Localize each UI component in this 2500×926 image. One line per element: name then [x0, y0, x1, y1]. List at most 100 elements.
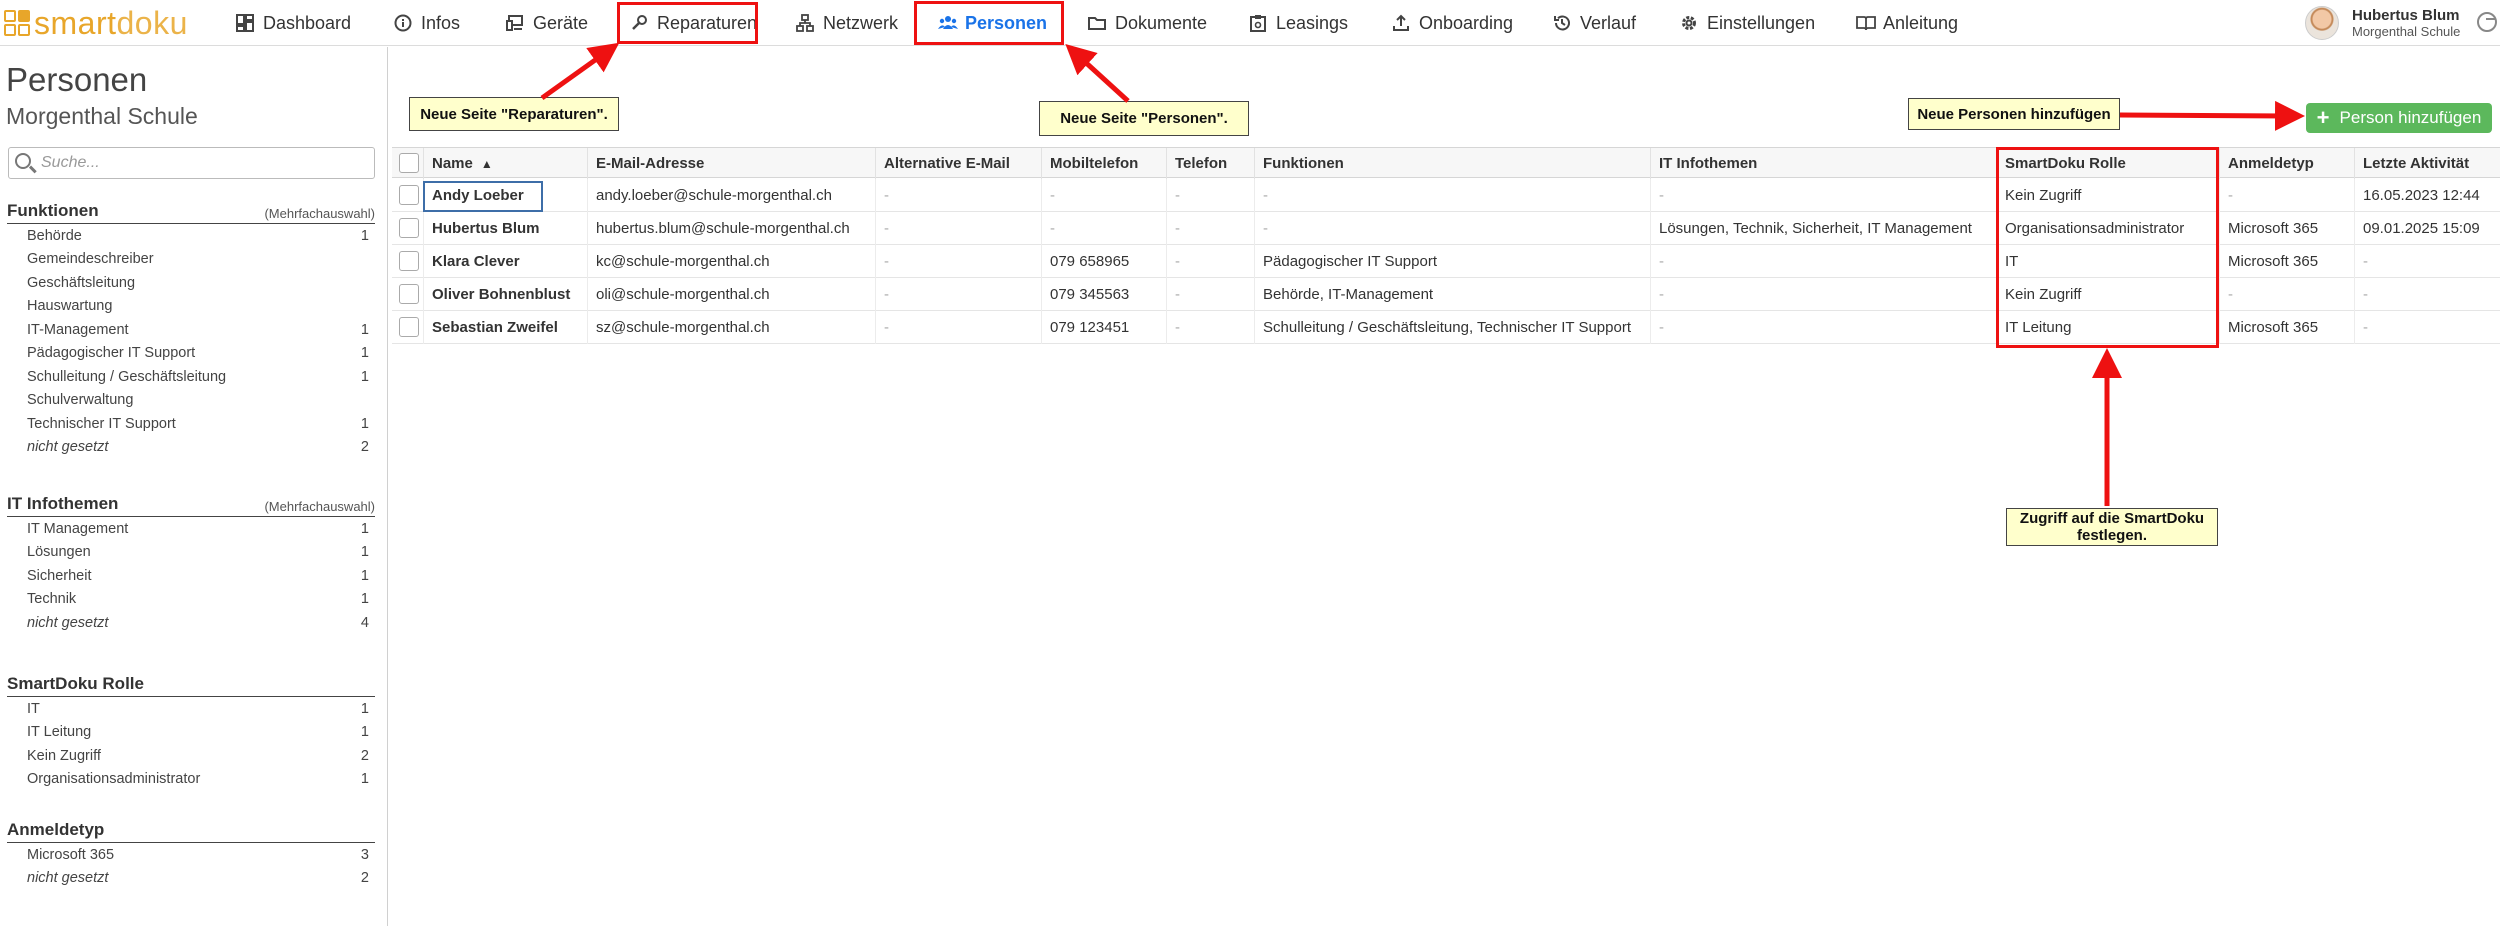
- devices-icon: [506, 14, 524, 32]
- column-header-label: Telefon: [1175, 155, 1228, 172]
- row-checkbox[interactable]: [399, 185, 419, 205]
- nav-ger-te[interactable]: Geräte: [506, 4, 588, 42]
- logout-icon[interactable]: [2477, 12, 2497, 32]
- annotation-note-role: Zugriff auf die SmartDoku festlegen.: [2006, 508, 2218, 546]
- facet-item[interactable]: Gemeindeschreiber: [7, 248, 375, 272]
- facet-header: Anmeldetyp: [7, 819, 375, 843]
- nav-label: Anleitung: [1883, 12, 1959, 33]
- row-checkbox[interactable]: [399, 284, 419, 304]
- add-person-button[interactable]: + Person hinzufügen: [2306, 103, 2492, 133]
- facet-item[interactable]: Organisationsadministrator 1: [7, 768, 375, 792]
- column-header-label: Funktionen: [1263, 155, 1344, 172]
- cell-anmeldetyp: -: [2219, 179, 2354, 212]
- nav-einstellungen[interactable]: Einstellungen: [1680, 4, 1815, 42]
- nav-netzwerk[interactable]: Netzwerk: [796, 4, 898, 42]
- nav-label: Dashboard: [263, 12, 352, 33]
- facet-header: SmartDoku Rolle: [7, 673, 375, 697]
- column-header-label: E-Mail-Adresse: [596, 155, 705, 172]
- facet-item-count: 1: [360, 544, 369, 561]
- facet-item[interactable]: Schulleitung / Geschäftsleitung 1: [7, 365, 375, 389]
- nav-leasings[interactable]: Leasings: [1249, 4, 1348, 42]
- row-checkbox[interactable]: [399, 218, 419, 238]
- column-header-it-infothemen[interactable]: IT Infothemen: [1650, 148, 1996, 179]
- facet-item[interactable]: nicht gesetzt 4: [7, 611, 375, 635]
- facet-item[interactable]: Technik 1: [7, 588, 375, 612]
- facet-item[interactable]: IT Leitung 1: [7, 721, 375, 745]
- facet-item-count: 1: [360, 567, 369, 584]
- column-header-label: IT Infothemen: [1659, 155, 1758, 172]
- smartdoku-logo[interactable]: smartdoku: [4, 4, 188, 42]
- select-all-checkbox[interactable]: [399, 153, 419, 173]
- cell-it-infothemen: -: [1650, 245, 1996, 278]
- facet-item-label: Technischer IT Support: [27, 415, 176, 432]
- facet-item-label: Sicherheit: [27, 567, 92, 584]
- cell-name[interactable]: Oliver Bohnenblust: [423, 278, 587, 311]
- page-title: Personen: [6, 61, 148, 98]
- highlight-box-reparaturen: [617, 2, 758, 44]
- facet-item-count: 3: [360, 846, 369, 863]
- page-subtitle: Morgenthal Schule: [6, 103, 198, 129]
- nav-verlauf[interactable]: Verlauf: [1553, 4, 1636, 42]
- cell-alternative-e-mail: -: [875, 179, 1041, 212]
- facet-mode: (Mehrfachauswahl): [264, 499, 375, 514]
- facet-item[interactable]: Geschäftsleitung: [7, 271, 375, 295]
- cell-telefon: -: [1166, 245, 1254, 278]
- facet-item-label: Technik: [27, 591, 77, 608]
- row-checkbox[interactable]: [399, 251, 419, 271]
- sidebar: Personen Morgenthal Schule Suche... Funk…: [0, 47, 388, 926]
- column-header-name[interactable]: Name ▲: [423, 148, 587, 179]
- facet-item[interactable]: nicht gesetzt 2: [7, 436, 375, 460]
- annotation-note-personen: Neue Seite "Personen".: [1039, 101, 1249, 136]
- facet-item[interactable]: Behörde 1: [7, 224, 375, 248]
- nav-label: Netzwerk: [823, 12, 899, 33]
- facet-item-label: Organisationsadministrator: [27, 771, 201, 788]
- facet-item[interactable]: IT-Management 1: [7, 318, 375, 342]
- facet-item[interactable]: nicht gesetzt 2: [7, 867, 375, 891]
- column-header-e-mail-adresse[interactable]: E-Mail-Adresse: [587, 148, 875, 179]
- cell-anmeldetyp: Microsoft 365: [2219, 311, 2354, 344]
- user-menu[interactable]: Hubertus Blum Morgenthal Schule: [2305, 4, 2460, 42]
- facet-item[interactable]: Microsoft 365 3: [7, 843, 375, 867]
- facet-item[interactable]: Schulverwaltung: [7, 389, 375, 413]
- facet-item[interactable]: Sicherheit 1: [7, 564, 375, 588]
- column-header-mobiltelefon[interactable]: Mobiltelefon: [1041, 148, 1166, 179]
- cell-funktionen: -: [1254, 212, 1650, 245]
- facet-item[interactable]: IT Management 1: [7, 517, 375, 541]
- row-checkbox[interactable]: [399, 317, 419, 337]
- cell-name[interactable]: Klara Clever: [423, 245, 587, 278]
- facet-item[interactable]: IT 1: [7, 697, 375, 721]
- facet-item[interactable]: Lösungen 1: [7, 541, 375, 565]
- facet-item-count: 1: [360, 368, 369, 385]
- nav-dashboard[interactable]: Dashboard: [236, 4, 351, 42]
- avatar[interactable]: [2305, 6, 2339, 40]
- cell-name[interactable]: Sebastian Zweifel: [423, 311, 587, 344]
- facet-item-label: IT Leitung: [27, 724, 92, 741]
- facet-item-label: Lösungen: [27, 544, 91, 561]
- facet-item[interactable]: Pädagogischer IT Support 1: [7, 342, 375, 366]
- column-header-telefon[interactable]: Telefon: [1166, 148, 1254, 179]
- cell-funktionen: Behörde, IT-Management: [1254, 278, 1650, 311]
- cell-telefon: -: [1166, 278, 1254, 311]
- facet-item[interactable]: Technischer IT Support 1: [7, 412, 375, 436]
- cell-funktionen: -: [1254, 179, 1650, 212]
- facet-anmeldetyp: Anmeldetyp Microsoft 365 3 nicht gesetzt 2: [7, 819, 375, 890]
- column-header-letzte-aktivit-t[interactable]: Letzte Aktivität: [2354, 148, 2500, 179]
- sort-ascending-icon[interactable]: ▲: [481, 157, 493, 171]
- nav-dokumente[interactable]: Dokumente: [1088, 4, 1207, 42]
- column-header-alternative-e-mail[interactable]: Alternative E-Mail: [875, 148, 1041, 179]
- column-header-funktionen[interactable]: Funktionen: [1254, 148, 1650, 179]
- cell-name[interactable]: Hubertus Blum: [423, 212, 587, 245]
- facet-item-label: IT Management: [27, 520, 129, 537]
- nav-onboarding[interactable]: Onboarding: [1392, 4, 1513, 42]
- cell-e-mail-adresse: kc@schule-morgenthal.ch: [587, 245, 875, 278]
- cell-alternative-e-mail: -: [875, 245, 1041, 278]
- nav-infos[interactable]: Infos: [394, 4, 460, 42]
- search-input[interactable]: Suche...: [8, 147, 375, 179]
- nav-anleitung[interactable]: Anleitung: [1856, 4, 1958, 42]
- arrow-to-reparaturen: [540, 42, 620, 101]
- facet-item[interactable]: Hauswartung: [7, 295, 375, 319]
- facet-it-infothemen: IT Infothemen (Mehrfachauswahl) IT Managem…: [7, 493, 375, 635]
- cell-mobiltelefon: 079 123451: [1041, 311, 1166, 344]
- column-header-anmeldetyp[interactable]: Anmeldetyp: [2219, 148, 2354, 179]
- facet-item[interactable]: Kein Zugriff 2: [7, 744, 375, 768]
